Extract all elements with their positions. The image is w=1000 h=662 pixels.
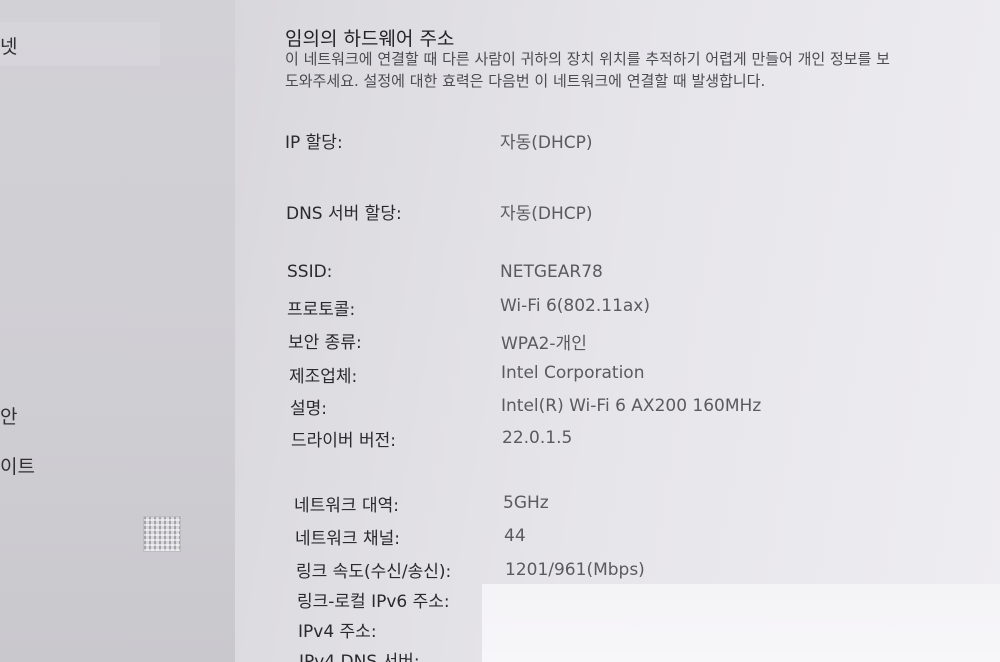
dns-assignment-label: DNS 서버 할당: xyxy=(286,204,402,224)
link-local-ipv6-label: 링크-로컬 IPv6 주소: xyxy=(297,592,450,612)
network-band-label: 네트워크 대역: xyxy=(294,496,399,516)
link-speed-label: 링크 속도(수신/송신): xyxy=(296,562,452,582)
network-properties-panel: 임의의 하드웨어 주소 이 네트워크에 연결할 때 다른 사람이 귀하의 장치 … xyxy=(0,0,1000,662)
ipv4-address-label: IPv4 주소: xyxy=(298,622,377,642)
protocol-value: Wi-Fi 6(802.11ax) xyxy=(500,296,651,316)
driver-version-value: 22.0.1.5 xyxy=(502,428,573,448)
manufacturer-label: 제조업체: xyxy=(289,367,358,387)
description-label: 설명: xyxy=(290,399,328,419)
security-type-label: 보안 종류: xyxy=(288,333,362,353)
redacted-values xyxy=(482,584,1000,662)
protocol-label: 프로토콜: xyxy=(287,300,356,320)
random-hardware-address-title: 임의의 하드웨어 주소 xyxy=(285,28,455,50)
driver-version-label: 드라이버 버전: xyxy=(291,431,396,451)
ip-assignment-value: 자동(DHCP) xyxy=(500,133,593,153)
description-line-2: 도와주세요. 설정에 대한 효력은 다음번 이 네트워크에 연결할 때 발생합니… xyxy=(285,72,766,90)
dns-assignment-value: 자동(DHCP) xyxy=(500,204,593,224)
ip-assignment-label: IP 할당: xyxy=(285,133,343,153)
ssid-value: NETGEAR78 xyxy=(500,262,603,282)
network-channel-value: 44 xyxy=(504,526,526,546)
network-channel-label: 네트워크 채널: xyxy=(295,529,400,549)
manufacturer-value: Intel Corporation xyxy=(501,363,645,383)
security-type-value: WPA2-개인 xyxy=(501,334,587,354)
network-band-value: 5GHz xyxy=(503,493,549,513)
link-speed-value: 1201/961(Mbps) xyxy=(505,560,645,580)
description-line-1: 이 네트워크에 연결할 때 다른 사람이 귀하의 장치 위치를 추적하기 어렵게… xyxy=(285,50,890,68)
random-hardware-address-description: 이 네트워크에 연결할 때 다른 사람이 귀하의 장치 위치를 추적하기 어렵게… xyxy=(285,48,1000,92)
ipv4-dns-server-label: IPv4 DNS 서버: xyxy=(299,652,420,662)
ssid-label: SSID: xyxy=(287,262,333,282)
description-value: Intel(R) Wi-Fi 6 AX200 160MHz xyxy=(501,396,762,416)
